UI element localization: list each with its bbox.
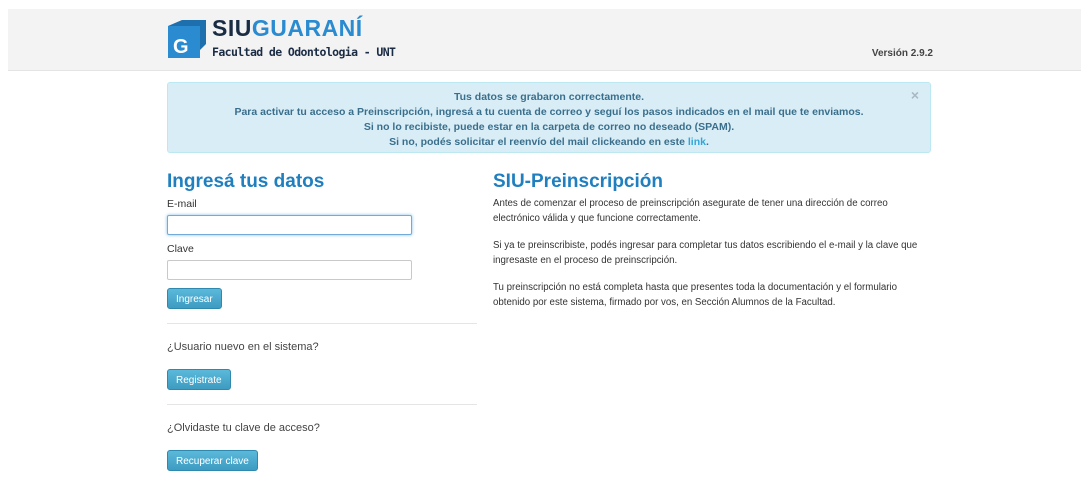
resend-mail-link[interactable]: link [688,136,706,148]
svg-text:G: G [173,36,189,58]
success-alert: × Tus datos se grabaron correctamente. P… [167,82,931,153]
page-header: G SIUGUARANÍ Facultad de Odontologia - U… [8,9,1081,71]
register-button[interactable]: Registrate [167,369,231,390]
info-column: SIU-Preinscripción Antes de comenzar el … [493,168,933,310]
new-user-question: ¿Usuario nuevo en el sistema? [167,341,319,353]
email-label: E-mail [167,198,197,210]
forgot-password-question: ¿Olvidaste tu clave de acceso? [167,422,320,434]
divider [167,404,477,405]
siu-logo-icon: G [168,20,206,58]
password-field[interactable] [167,260,412,280]
recover-password-button[interactable]: Recuperar clave [167,450,258,471]
email-field[interactable] [167,215,412,235]
info-title: SIU-Preinscripción [493,171,663,192]
version-label: Versión 2.9.2 [871,48,933,59]
password-label: Clave [167,243,194,255]
alert-line-1: Tus datos se grabaron correctamente. [453,91,645,103]
info-paragraph: Tu preinscripción no está completa hasta… [493,282,898,308]
login-button[interactable]: Ingresar [167,288,222,309]
brand-title: SIUGUARANÍ [212,15,363,42]
divider [167,323,477,324]
login-title: Ingresá tus datos [167,171,325,192]
info-paragraph: Si ya te preinscribiste, podés ingresar … [493,240,918,266]
siu-guarani-logo[interactable]: G SIUGUARANÍ Facultad de Odontologia - U… [168,15,396,65]
brand-guarani: GUARANÍ [251,15,363,41]
brand-siu: SIU [212,15,252,41]
alert-line-4-suffix: . [705,136,709,148]
login-column: Ingresá tus datos E-mail Clave Ingresar … [167,168,477,471]
close-icon[interactable]: × [911,88,919,103]
alert-line-2: Para activar tu acceso a Preinscripción,… [234,106,864,118]
alert-line-4-text: Si no, podés solicitar el reenvío del ma… [389,136,688,148]
faculty-subtitle: Facultad de Odontologia - UNT [212,45,396,59]
alert-line-3: Si no lo recibiste, puede estar en la ca… [363,121,735,133]
info-paragraph: Antes de comenzar el proceso de preinscr… [493,198,888,224]
alert-line-4: Si no, podés solicitar el reenvío del ma… [168,135,930,150]
